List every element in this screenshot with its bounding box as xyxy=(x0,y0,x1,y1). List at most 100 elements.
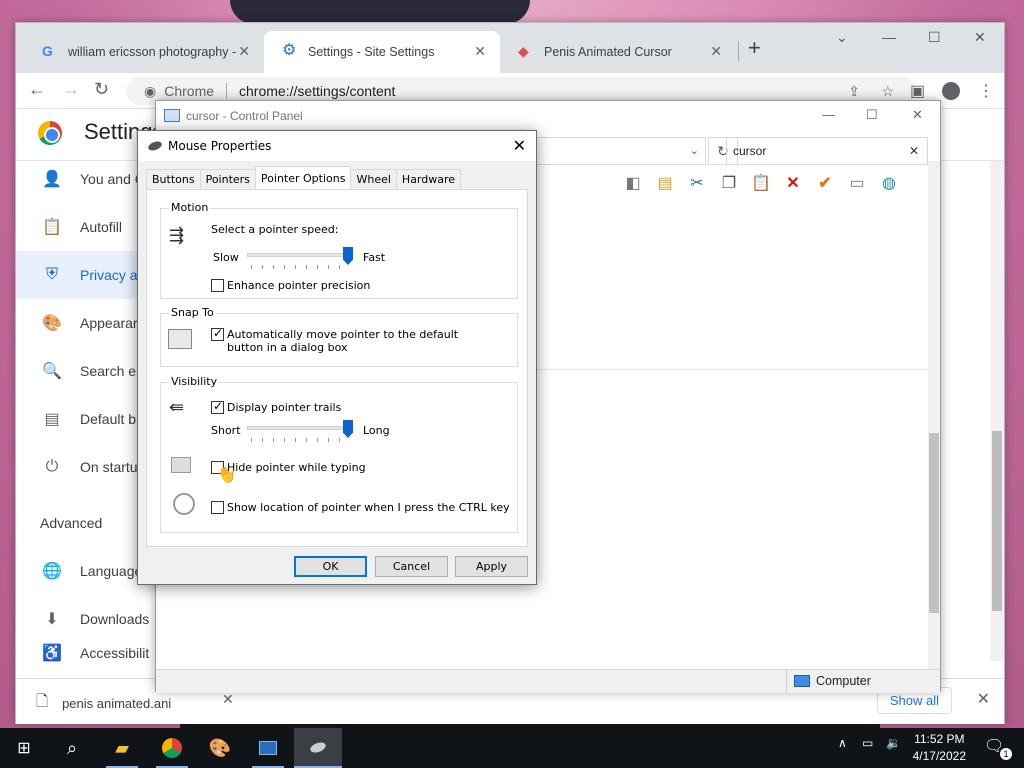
trail-length-thumb[interactable] xyxy=(343,420,353,438)
file-explorer-button[interactable]: ▰ xyxy=(98,728,146,768)
sidebar-item-accessibility[interactable]: ♿ Accessibilit xyxy=(16,643,166,663)
tab-google-search[interactable]: G william ericsson photography - G ✕ xyxy=(24,31,264,73)
delete-icon[interactable]: ✕ xyxy=(782,173,804,193)
folder-options-icon[interactable]: ▤ xyxy=(654,173,676,193)
close-window-button[interactable]: ✕ xyxy=(912,107,923,123)
tab-pointers[interactable]: Pointers xyxy=(199,169,256,189)
cancel-button[interactable]: Cancel xyxy=(375,556,448,577)
long-label: Long xyxy=(363,424,390,437)
scissors-icon[interactable]: ✂ xyxy=(686,173,708,193)
globe-icon[interactable]: ◍ xyxy=(878,173,900,193)
volume-icon[interactable]: 🔉 xyxy=(886,736,901,750)
close-window-button[interactable]: ✕ xyxy=(974,29,986,46)
chevron-down-icon[interactable]: ⌄ xyxy=(690,144,699,157)
pointer-trails-checkbox[interactable] xyxy=(211,399,224,414)
tab-animated-cursor[interactable]: ◆ Penis Animated Cursor ✕ xyxy=(500,31,736,73)
windows-icon: ⊞ xyxy=(17,740,31,757)
show-location-label[interactable]: Show location of pointer when I press th… xyxy=(227,501,510,514)
status-location: Computer xyxy=(794,674,871,688)
pointer-trails-label[interactable]: Display pointer trails xyxy=(227,401,341,414)
status-bar: Computer xyxy=(156,669,940,694)
profile-avatar[interactable] xyxy=(942,82,960,100)
mouse-icon xyxy=(308,740,328,754)
enhance-precision-checkbox[interactable] xyxy=(211,279,224,292)
scrollbar-thumb[interactable] xyxy=(992,431,1002,611)
maximize-button[interactable]: ☐ xyxy=(928,29,941,46)
tab-hardware[interactable]: Hardware xyxy=(395,169,462,189)
palette-icon: 🎨 xyxy=(42,315,62,332)
desktop-wallpaper-art xyxy=(230,0,530,24)
mouse-properties-button[interactable] xyxy=(294,728,342,768)
close-shelf-button[interactable]: ✕ xyxy=(977,689,990,709)
chevron-up-icon[interactable]: ∧ xyxy=(838,736,847,750)
pointer-speed-thumb[interactable] xyxy=(343,247,353,265)
page-scrollbar[interactable] xyxy=(990,161,1004,661)
layout-icon[interactable]: ◧ xyxy=(622,173,644,193)
visibility-group: Visibility ⇚ Display pointer trails Shor… xyxy=(160,375,518,533)
back-button[interactable]: ← xyxy=(28,79,46,100)
accessibility-icon: ♿ xyxy=(42,645,62,662)
url-text: chrome://settings/content xyxy=(239,83,396,99)
download-item[interactable]: 🗋 penis animated.ani xyxy=(36,691,171,716)
control-panel-icon xyxy=(164,109,180,122)
close-icon[interactable]: ✕ xyxy=(710,43,722,60)
start-button[interactable]: ⊞ xyxy=(0,728,48,768)
pointer-speed-slider[interactable] xyxy=(247,253,347,257)
tab-settings[interactable]: ⚙ Settings - Site Settings ✕ xyxy=(264,31,500,73)
address-bar[interactable]: ⌄ xyxy=(536,137,706,165)
person-icon: 👤 xyxy=(42,171,62,188)
share-icon[interactable]: ⇪ xyxy=(848,83,860,100)
control-panel-scrollbar[interactable] xyxy=(928,161,940,669)
pointer-speed-icon: ⇶ xyxy=(169,225,185,246)
chevron-up-icon[interactable]: ✕ xyxy=(222,691,234,708)
notification-badge: 1 xyxy=(1000,748,1012,760)
search-input[interactable]: cursor ✕ xyxy=(726,137,928,165)
search-icon: ⌕ xyxy=(66,737,78,758)
copy-icon[interactable]: ❐ xyxy=(718,173,740,193)
hide-pointer-label[interactable]: Hide pointer while typing xyxy=(227,461,366,474)
trail-length-slider[interactable] xyxy=(247,426,347,430)
tab-pointer-options[interactable]: Pointer Options xyxy=(254,166,352,189)
snap-to-checkbox[interactable] xyxy=(211,326,224,341)
sidebar-advanced-heading[interactable]: Advanced xyxy=(40,515,102,531)
divider xyxy=(536,369,931,370)
tab-search-icon[interactable]: ⌄ xyxy=(836,29,848,46)
reload-button[interactable]: ↻ xyxy=(94,79,109,100)
maximize-button[interactable]: ☐ xyxy=(866,107,878,123)
close-icon[interactable]: ✕ xyxy=(474,43,486,60)
chrome-button[interactable] xyxy=(148,728,196,768)
google-icon: G xyxy=(42,43,53,59)
close-icon[interactable]: ✕ xyxy=(238,43,250,60)
checkmark-icon[interactable]: ✔ xyxy=(814,173,836,193)
apply-button[interactable]: Apply xyxy=(455,556,528,577)
scrollbar-thumb[interactable] xyxy=(929,433,939,613)
sidebar-item-downloads[interactable]: ⬇ Downloads xyxy=(16,595,166,643)
clear-search-icon[interactable]: ✕ xyxy=(909,144,919,158)
tab-buttons[interactable]: Buttons xyxy=(146,169,201,189)
system-clock[interactable]: 11:52 PM 4/17/2022 xyxy=(913,731,966,765)
enhance-precision-label[interactable]: Enhance pointer precision xyxy=(227,279,370,292)
speed-prompt: Select a pointer speed: xyxy=(211,223,339,236)
menu-icon[interactable]: ⋮ xyxy=(978,81,994,101)
close-icon[interactable]: ✕ xyxy=(513,136,526,155)
rename-icon[interactable]: ▭ xyxy=(846,173,868,193)
control-panel-toolbar: ◧ ▤ ✂ ❐ 📋 ✕ ✔ ▭ ◍ xyxy=(622,173,900,193)
minimize-button[interactable]: — xyxy=(882,29,896,45)
show-location-checkbox[interactable] xyxy=(211,501,224,514)
ok-button[interactable]: OK xyxy=(294,556,367,577)
tab-wheel[interactable]: Wheel xyxy=(350,169,397,189)
forward-button[interactable]: → xyxy=(62,79,80,100)
minimize-button[interactable]: — xyxy=(822,107,835,122)
paste-icon[interactable]: 📋 xyxy=(750,173,772,193)
snap-to-label[interactable]: Automatically move pointer to the defaul… xyxy=(227,328,497,354)
bookmark-star-icon[interactable]: ☆ xyxy=(881,83,894,100)
file-icon: 🗋 xyxy=(36,693,49,710)
search-button[interactable]: ⌕ xyxy=(48,728,96,768)
sidepanel-icon[interactable]: ▣ xyxy=(910,81,925,101)
clipboard-icon: 📋 xyxy=(42,219,62,236)
clock-date: 4/17/2022 xyxy=(912,749,966,763)
network-icon[interactable]: ▭ xyxy=(862,736,873,750)
paint-button[interactable]: 🎨 xyxy=(196,728,244,768)
new-tab-button[interactable]: + xyxy=(748,35,761,61)
control-panel-button[interactable] xyxy=(244,728,292,768)
